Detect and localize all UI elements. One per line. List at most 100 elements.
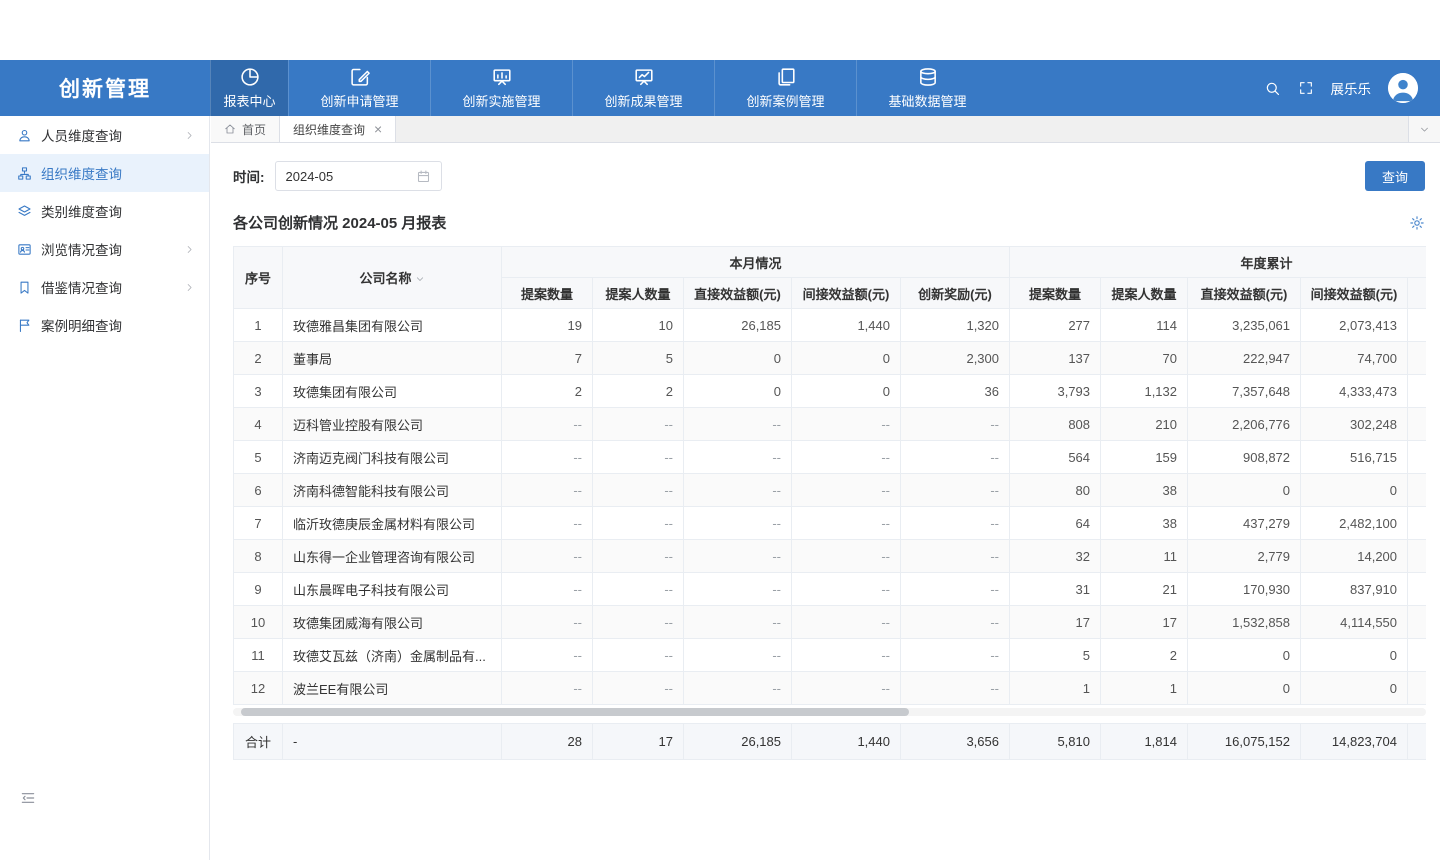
cell-value: 0 [1301,639,1408,672]
table-row[interactable]: 5济南迈克阀门科技有限公司----------564159908,872516,… [234,441,1427,474]
cell-value: -- [593,606,684,639]
tab[interactable]: 组织维度查询× [280,116,396,142]
case-icon [775,66,797,88]
cell-value: -- [901,606,1010,639]
sidebar-item[interactable]: 类别维度查询 [0,192,209,230]
total-value: 3,656 [901,724,1010,760]
tab-label: 首页 [242,121,266,138]
time-label: 时间: [233,166,265,186]
table-row[interactable]: 1玫德雅昌集团有限公司191026,1851,4401,3202771143,2… [234,309,1427,342]
cell-value: 21 [1101,573,1188,606]
cell-value: -- [792,474,901,507]
cell-cut [1408,540,1426,573]
cell-value: 564 [1010,441,1101,474]
table-row[interactable]: 2董事局75002,30013770222,94774,700 [234,342,1427,375]
nav-item-label: 创新申请管理 [320,91,398,110]
sidebar-menu: 人员维度查询组织维度查询类别维度查询浏览情况查询借鉴情况查询案例明细查询 [0,116,209,344]
sidebar-item[interactable]: 人员维度查询 [0,116,209,154]
settings-gear-icon[interactable] [1409,215,1425,231]
col-subheader: 直接效益额(元) [684,278,792,309]
cell-value: 80 [1010,474,1101,507]
fullscreen-icon[interactable] [1298,80,1314,96]
table-row[interactable]: 10玫德集团威海有限公司----------17171,532,8584,114… [234,606,1427,639]
col-subheader-cut [1408,278,1426,309]
cell-value: 1 [1010,672,1101,705]
cell-cut [1408,342,1426,375]
cell-value: -- [792,672,901,705]
horizontal-scrollbar[interactable] [233,708,1426,716]
scrollbar-thumb[interactable] [241,708,909,716]
tabs-dropdown-icon[interactable] [1408,116,1440,142]
browse-icon [17,242,32,257]
tab[interactable]: 首页 [211,116,280,142]
table-row[interactable]: 3玫德集团有限公司2200363,7931,1327,357,6484,333,… [234,375,1427,408]
cell-value: -- [684,672,792,705]
category-icon [17,204,32,219]
cell-value: 36 [901,375,1010,408]
cell-value: -- [502,639,593,672]
table-row[interactable]: 8山东得一企业管理咨询有限公司----------32112,77914,200 [234,540,1427,573]
cell-value: -- [792,639,901,672]
database-icon [917,66,939,88]
cell-value: 14,200 [1301,540,1408,573]
cell-value: -- [901,408,1010,441]
sidebar-item[interactable]: 借鉴情况查询 [0,268,209,306]
nav-item[interactable]: 基础数据管理 [856,60,998,116]
cell-company: 玫德艾瓦兹（济南）金属制品有... [283,639,502,672]
nav-item[interactable]: 创新申请管理 [288,60,430,116]
cell-company: 波兰EE有限公司 [283,672,502,705]
table-row[interactable]: 7临沂玫德庚辰金属材料有限公司----------6438437,2792,48… [234,507,1427,540]
cell-value: -- [684,540,792,573]
cell-value: 32 [1010,540,1101,573]
table-row[interactable]: 9山东晨晖电子科技有限公司----------3121170,930837,91… [234,573,1427,606]
table-row[interactable]: 11玫德艾瓦兹（济南）金属制品有...----------5200 [234,639,1427,672]
total-label: 合计 [234,724,283,760]
report-title: 各公司创新情况 2024-05 月报表 [233,212,446,233]
cell-value: -- [502,573,593,606]
nav-item[interactable]: 创新成果管理 [572,60,714,116]
sort-icon[interactable] [415,274,425,284]
sidebar-item[interactable]: 浏览情况查询 [0,230,209,268]
username[interactable]: 展乐乐 [1331,78,1372,98]
sidebar-item[interactable]: 案例明细查询 [0,306,209,344]
cell-no: 12 [234,672,283,705]
cell-value: 210 [1101,408,1188,441]
achievement-icon [633,66,655,88]
col-header-company[interactable]: 公司名称 [283,247,502,309]
nav-item[interactable]: 报表中心 [210,60,288,116]
report-icon [239,66,261,88]
cell-value: -- [901,573,1010,606]
implement-icon [491,66,513,88]
collapse-sidebar-icon[interactable] [20,790,36,806]
nav-item[interactable]: 创新实施管理 [430,60,572,116]
table-row[interactable]: 4迈科管业控股有限公司----------8082102,206,776302,… [234,408,1427,441]
nav-item-label: 创新实施管理 [462,91,540,110]
col-group-month: 本月情况 [502,247,1010,278]
table-row[interactable]: 6济南科德智能科技有限公司----------803800 [234,474,1427,507]
cell-value: 2 [502,375,593,408]
date-input[interactable]: 2024-05 [275,161,442,191]
query-button[interactable]: 查询 [1365,161,1425,191]
cell-value: 70 [1101,342,1188,375]
search-icon[interactable] [1264,80,1281,97]
tab-close-icon[interactable]: × [374,122,382,136]
cell-no: 5 [234,441,283,474]
cell-value: -- [593,408,684,441]
sidebar-item[interactable]: 组织维度查询 [0,154,209,192]
total-company: - [283,724,502,760]
cell-value: 0 [1301,474,1408,507]
sidebar-item-label: 类别维度查询 [41,201,122,221]
cell-value: -- [593,474,684,507]
table-row[interactable]: 12波兰EE有限公司----------1100 [234,672,1427,705]
cell-no: 11 [234,639,283,672]
tabs: 首页组织维度查询× [211,116,396,142]
nav-item[interactable]: 创新案例管理 [714,60,856,116]
report-table-wrapper: 序号公司名称本月情况年度累计提案数量提案人数量直接效益额(元)间接效益额(元)创… [233,246,1426,705]
avatar[interactable] [1388,73,1418,103]
cell-company: 临沂玫德庚辰金属材料有限公司 [283,507,502,540]
cell-value: -- [593,672,684,705]
report-table: 序号公司名称本月情况年度累计提案数量提案人数量直接效益额(元)间接效益额(元)创… [233,246,1426,705]
header-right: 展乐乐 [1264,60,1440,116]
cell-value: 17 [1010,606,1101,639]
cell-value: 222,947 [1188,342,1301,375]
